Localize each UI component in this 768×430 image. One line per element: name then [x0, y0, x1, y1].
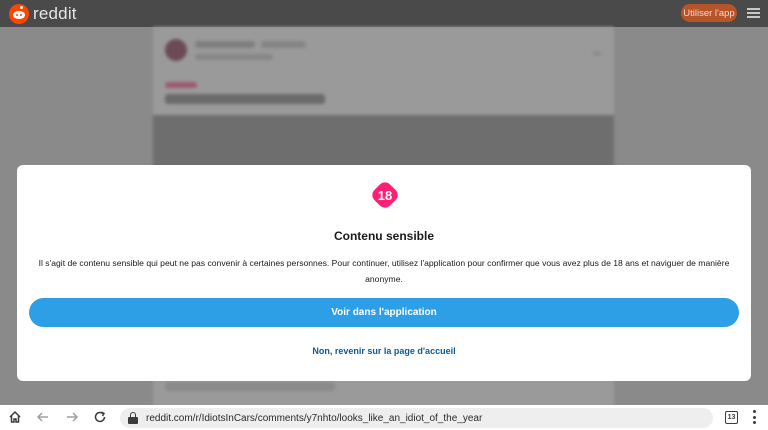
post-actions — [165, 382, 335, 391]
reddit-logo[interactable]: reddit — [9, 3, 77, 24]
post-title — [165, 94, 325, 104]
use-app-button[interactable]: Utiliser l'app — [681, 4, 737, 22]
address-bar[interactable]: reddit.com/r/IdiotsInCars/comments/y7nht… — [120, 408, 713, 428]
hamburger-menu-icon[interactable] — [747, 8, 760, 18]
post-options-icon — [593, 52, 601, 55]
reddit-wordmark: reddit — [33, 3, 77, 23]
post-avatar — [165, 39, 187, 61]
lock-icon — [128, 412, 138, 424]
post-time — [261, 41, 306, 48]
nsfw-18-badge-icon: 18 — [369, 179, 401, 211]
post-subtitle — [195, 54, 273, 60]
reload-icon[interactable] — [92, 409, 108, 425]
tabs-icon[interactable]: 13 — [725, 411, 738, 424]
back-arrow-icon[interactable] — [35, 409, 51, 425]
top-header: reddit Utiliser l'app — [0, 0, 768, 27]
modal-title: Contenu sensible — [333, 229, 434, 243]
url-text: reddit.com/r/IdiotsInCars/comments/y7nht… — [146, 412, 483, 424]
badge-number: 18 — [377, 187, 393, 203]
sensitive-content-modal: 18 Contenu sensible Il s'agit de contenu… — [17, 165, 751, 381]
view-in-app-button[interactable]: Voir dans l'application — [29, 298, 739, 327]
back-to-home-link[interactable]: Non, revenir sur la page d'accueil — [17, 346, 751, 356]
more-vert-icon[interactable] — [753, 410, 757, 424]
post-nsfw-tag — [165, 82, 197, 88]
home-icon[interactable] — [7, 409, 23, 425]
post-author — [195, 41, 255, 48]
forward-arrow-icon[interactable] — [64, 409, 80, 425]
reddit-snoo-icon — [9, 3, 29, 24]
browser-toolbar: reddit.com/r/IdiotsInCars/comments/y7nht… — [0, 405, 768, 430]
modal-description: Il s'agit de contenu sensible qui peut n… — [38, 258, 730, 284]
